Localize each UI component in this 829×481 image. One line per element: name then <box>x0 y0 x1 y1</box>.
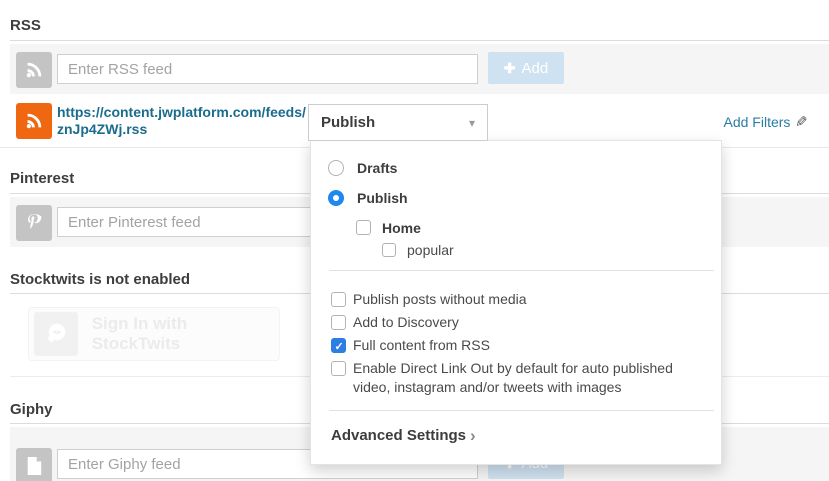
stocktwits-signin-label: Sign In with StockTwits <box>92 314 279 354</box>
stocktwits-heading: Stocktwits is not enabled <box>10 271 190 288</box>
rss-divider <box>10 40 829 41</box>
checkbox-home[interactable] <box>356 220 371 235</box>
publish-options-dropdown: Drafts Publish Home popular Publish post… <box>310 140 722 465</box>
checkbox-popular[interactable] <box>382 243 396 257</box>
rss-icon <box>16 52 52 88</box>
dropdown-divider-bottom <box>329 410 714 411</box>
checkbox-popular-label[interactable]: popular <box>407 241 454 260</box>
checkbox-add-to-discovery[interactable] <box>331 315 346 330</box>
rss-add-button[interactable]: ✚ Add <box>488 52 564 84</box>
pinterest-glyph <box>24 211 44 235</box>
pencil-icon: ✎ <box>795 113 808 131</box>
add-filters-link[interactable]: Add Filters ✎ <box>724 113 809 131</box>
rss-add-label: Add <box>522 60 549 77</box>
rss-feed-icon <box>16 103 52 139</box>
advanced-settings-link[interactable]: Advanced Settings › <box>331 427 476 444</box>
checkbox-full-content-rss-label[interactable]: Full content from RSS <box>353 336 490 355</box>
advanced-settings-label: Advanced Settings <box>331 427 466 444</box>
publish-status-value: Publish <box>321 114 469 131</box>
checkbox-direct-link-out-label[interactable]: Enable Direct Link Out by default for au… <box>353 359 713 397</box>
plus-icon: ✚ <box>504 60 516 77</box>
checkbox-full-content-rss[interactable] <box>331 338 346 353</box>
stocktwits-glyph <box>42 320 70 348</box>
radio-publish-label[interactable]: Publish <box>357 190 408 206</box>
checkbox-add-to-discovery-label[interactable]: Add to Discovery <box>353 313 459 332</box>
rss-feed-input[interactable] <box>57 54 478 84</box>
dropdown-divider-top <box>329 270 714 271</box>
document-glyph <box>25 455 43 477</box>
checkbox-direct-link-out[interactable] <box>331 361 346 376</box>
rss-feed-url-link[interactable]: https://content.jwplatform.com/feeds/znJ… <box>57 104 309 138</box>
caret-down-icon: ▾ <box>469 116 475 130</box>
chevron-right-icon: › <box>470 428 476 443</box>
pinterest-icon <box>16 205 52 241</box>
pinterest-heading: Pinterest <box>10 170 74 187</box>
stocktwits-icon <box>34 312 78 356</box>
giphy-heading: Giphy <box>10 401 53 418</box>
rss-add-row: ✚ Add <box>10 44 829 94</box>
checkbox-home-label[interactable]: Home <box>382 220 421 236</box>
radio-drafts-label[interactable]: Drafts <box>357 160 397 176</box>
radio-publish[interactable] <box>328 190 344 206</box>
rss-heading: RSS <box>10 17 41 34</box>
add-filters-label: Add Filters <box>724 114 791 130</box>
publish-status-select[interactable]: Publish ▾ <box>308 104 488 141</box>
radio-drafts[interactable] <box>328 160 344 176</box>
checkbox-publish-without-media-label[interactable]: Publish posts without media <box>353 290 527 309</box>
giphy-icon <box>16 448 52 481</box>
rss-glyph <box>23 110 45 132</box>
rss-glyph <box>23 59 45 81</box>
feeds-settings-page: RSS ✚ Add https://content.jwplatform.com… <box>0 0 829 481</box>
stocktwits-signin-button[interactable]: Sign In with StockTwits <box>28 307 280 361</box>
checkbox-publish-without-media[interactable] <box>331 292 346 307</box>
